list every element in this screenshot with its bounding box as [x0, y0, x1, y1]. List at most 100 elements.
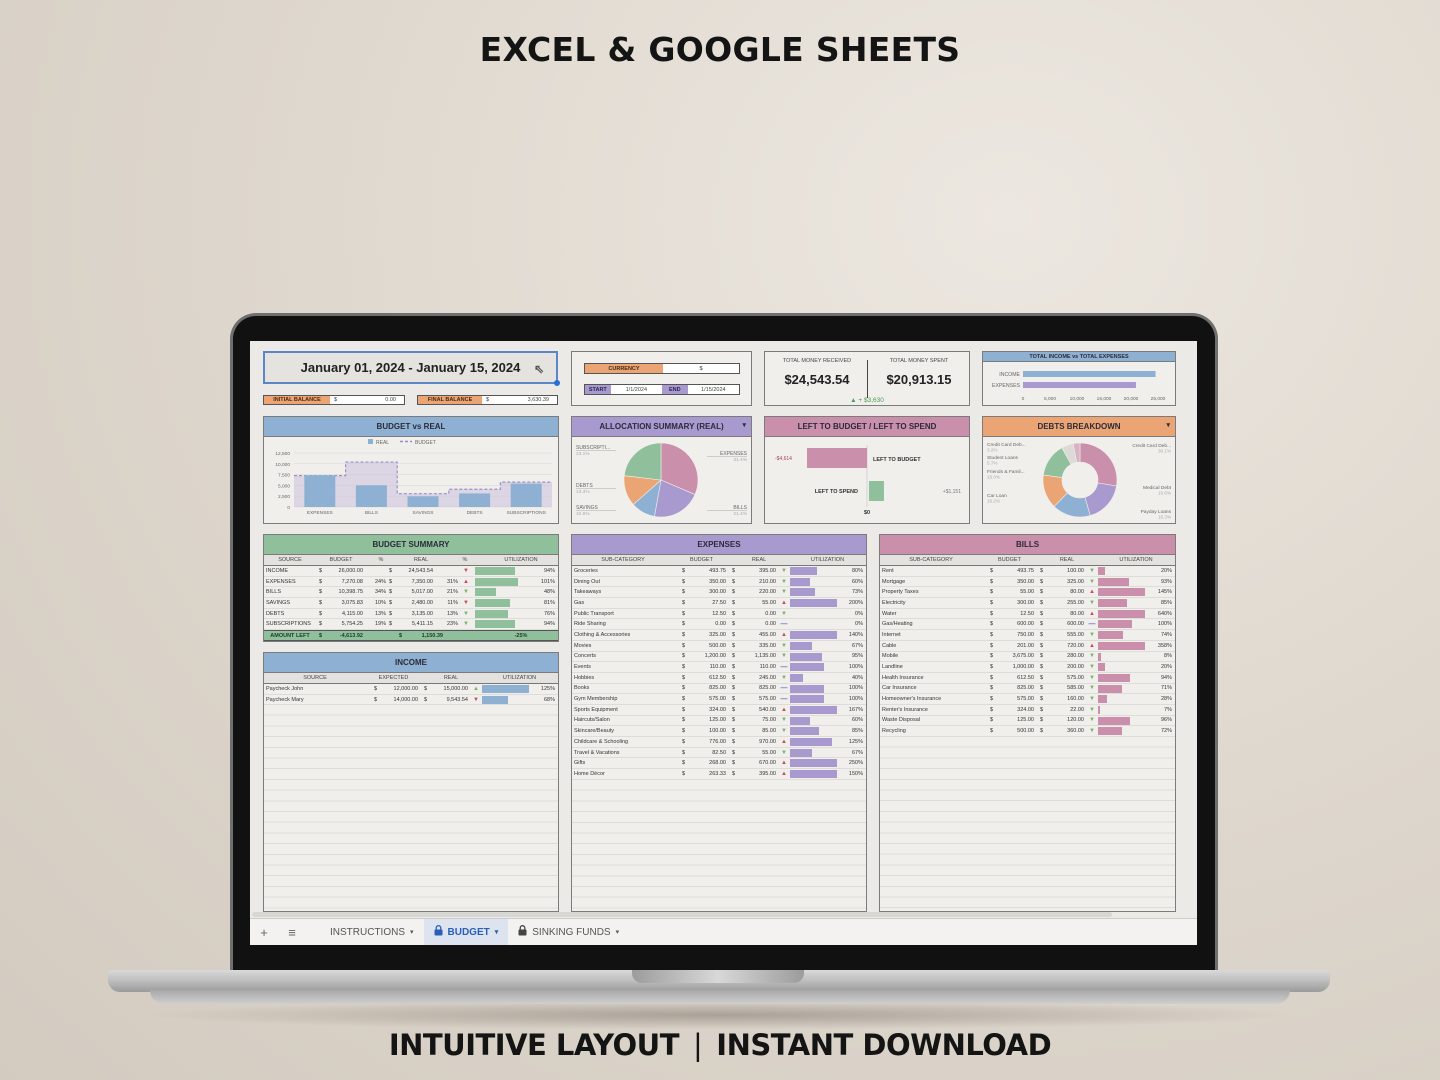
debts-breakdown-chart[interactable]: DEBTS BREAKDOWN ▾ Credit Card Deb... 30.1…	[982, 416, 1176, 524]
table-row[interactable]: Dining Out $350.00 $210.00 ▼ 60%	[572, 577, 866, 588]
currency-sign: $	[682, 599, 686, 606]
chevron-down-icon[interactable]: ▾	[616, 928, 620, 936]
table-row[interactable]: Internet $750.00 $555.00 ▼ 74%	[880, 630, 1175, 641]
real-cell: 110.00	[759, 664, 776, 671]
table-row[interactable]: Recycling $500.00 $360.00 ▼ 72%	[880, 726, 1175, 737]
selection-handle[interactable]	[554, 380, 560, 386]
table-row[interactable]: Concerts $1,200.00 $1,135.00 ▼ 95%	[572, 652, 866, 663]
table-row[interactable]: Travel & Vacations $82.50 $55.00 ▼ 67%	[572, 748, 866, 759]
spent-block: TOTAL MONEY SPENT $20,913.15	[869, 358, 969, 387]
col-subcategory: SUB-CATEGORY	[601, 557, 645, 563]
chart-menu-icon[interactable]: ▾	[1166, 421, 1170, 429]
end-date-input[interactable]: 1/15/2024	[687, 385, 739, 394]
table-row[interactable]: Ride Sharing $0.00 $0.00 — 0%	[572, 619, 866, 631]
table-row[interactable]: Mortgage $350.00 $325.00 ▼ 93%	[880, 577, 1175, 588]
currency-sign: $	[732, 770, 736, 777]
table-row[interactable]: Books $825.00 $825.00 — 100%	[572, 684, 866, 695]
trend-cell: ▼	[779, 566, 789, 576]
table-row[interactable]: Property Taxes $55.00 $80.00 ▲ 145%	[880, 587, 1175, 599]
table-row[interactable]: Gifts $268.00 $670.00 ▲ 250%	[572, 758, 866, 770]
table-row[interactable]: Childcare & Schooling $776.00 $970.00 ▲ 125%	[572, 737, 866, 748]
table-row[interactable]: Rent $493.75 $100.00 ▼ 20%	[880, 566, 1175, 577]
table-row[interactable]: Gas $27.50 $55.00 ▲ 200%	[572, 598, 866, 609]
budget-cell: 12.50	[1020, 610, 1034, 617]
x-tick-label: BILLS	[365, 510, 378, 516]
date-range-cell[interactable]: January 01, 2024 - January 15, 2024 ⇖	[263, 351, 560, 386]
budget-cell: 201.00	[1017, 642, 1034, 649]
real-cell: 80.00	[1070, 589, 1084, 596]
name-cell: Paycheck Mary	[266, 696, 304, 703]
currency-sign: $	[682, 738, 686, 745]
table-row[interactable]: Health Insurance $612.50 $575.00 ▼ 94%	[880, 673, 1175, 684]
slice-pct: 16.2%	[987, 499, 1000, 504]
x-tick-label: EXPENSES	[307, 510, 333, 516]
utilization-bar	[1098, 716, 1131, 725]
table-row[interactable]: Cable $201.00 $720.00 ▲ 358%	[880, 641, 1175, 652]
currency-sign: $	[990, 653, 994, 660]
table-row[interactable]: SAVINGS $3,075.83 10% $2,480.00 11% ▼ 81%	[264, 598, 558, 609]
final-balance-value: 3,630.39	[496, 396, 557, 404]
table-row[interactable]: Sports Equipment $324.00 $540.00 ▲ 167%	[572, 705, 866, 716]
table-row[interactable]: Landline $1,000.00 $200.00 ▼ 20%	[880, 662, 1175, 673]
real-cell: 970.00	[759, 738, 776, 745]
empty-grid	[572, 779, 866, 920]
tab-sinking-funds[interactable]: SINKING FUNDS ▾	[508, 919, 629, 946]
start-label: START	[585, 385, 611, 394]
table-row[interactable]: Groceries $493.75 $395.00 ▼ 80%	[572, 566, 866, 577]
currency-sign: $	[682, 685, 686, 692]
table-row[interactable]: Paycheck Mary $14,000.00 $9,543.54 ▼ 68%	[264, 695, 558, 706]
currency-select[interactable]: $	[663, 364, 739, 373]
table-row[interactable]: Clothing & Accessories $325.00 $455.00 ▲ 140…	[572, 630, 866, 641]
utilization-pct-cell: 48%	[543, 589, 555, 596]
tab-instructions[interactable]: INSTRUCTIONS ▾	[320, 919, 424, 946]
table-row[interactable]: Homeowner's Insurance $575.00 $160.00 ▼ 28%	[880, 694, 1175, 705]
table-row[interactable]: Events $110.00 $110.00 — 100%	[572, 662, 866, 673]
table-row[interactable]: Takeaways $300.00 $220.00 ▼ 73%	[572, 587, 866, 599]
currency-sign: $	[732, 567, 736, 574]
left-to-budget-chart[interactable]: LEFT TO BUDGET / LEFT TO SPEND -$4,614 LE…	[764, 416, 970, 524]
table-row[interactable]: Gym Membership $575.00 $575.00 — 100%	[572, 694, 866, 705]
all-sheets-menu-icon[interactable]: ≡	[278, 925, 306, 940]
table-row[interactable]: Car Insurance $825.00 $585.00 ▼ 71%	[880, 684, 1175, 695]
utilization-pct-cell: 76%	[543, 610, 555, 617]
budget-vs-real-chart[interactable]: BUDGET vs REAL REAL BUDGET 0 2,500 5,000 7,50…	[263, 416, 559, 524]
income-vs-expenses-chart[interactable]: TOTAL INCOME vs TOTAL EXPENSES INCOME EXP…	[982, 351, 1176, 406]
table-row[interactable]: INCOME $26,000.00 $24,543.54 ▼ 94%	[264, 566, 558, 577]
slice-pct: 31.4%	[733, 457, 747, 463]
table-row[interactable]: Public Transport $12.50 $0.00 ▼ 0%	[572, 609, 866, 620]
start-date-input[interactable]: 1/1/2024	[610, 385, 662, 394]
table-row[interactable]: Water $12.50 $80.00 ▲ 640%	[880, 609, 1175, 620]
allocation-summary-chart[interactable]: ALLOCATION SUMMARY (REAL) ▾ EXPENSES 31.4…	[571, 416, 752, 524]
table-row[interactable]: Skincare/Beauty $100.00 $85.00 ▼ 85%	[572, 726, 866, 737]
table-title: BUDGET SUMMARY	[264, 535, 558, 555]
table-row[interactable]: Haircuts/Salon $125.00 $75.00 ▼ 60%	[572, 716, 866, 727]
table-row[interactable]: BILLS $10,398.75 34% $5,017.00 21% ▼ 48%	[264, 587, 558, 599]
table-row[interactable]: Gas/Heating $600.00 $600.00 — 100%	[880, 619, 1175, 631]
tab-budget[interactable]: BUDGET ▾	[423, 918, 509, 945]
utilization-bar-cell	[1097, 726, 1147, 736]
table-row[interactable]: Home Décor $263.33 $395.00 ▲ 150%	[572, 769, 866, 780]
table-row[interactable]: Waste Disposal $125.00 $120.00 ▼ 96%	[880, 716, 1175, 727]
net-difference: ▲ + $3,630	[850, 397, 884, 404]
table-row[interactable]: Electricity $300.00 $255.00 ▼ 85%	[880, 598, 1175, 609]
table-row[interactable]: Hobbies $612.50 $245.00 ▼ 40%	[572, 673, 866, 684]
chevron-down-icon[interactable]: ▾	[495, 928, 499, 936]
horizontal-scrollbar[interactable]	[252, 912, 1112, 917]
empty-grid	[264, 705, 558, 916]
chart-menu-icon[interactable]: ▾	[742, 421, 746, 429]
chart-title: TOTAL INCOME vs TOTAL EXPENSES	[983, 352, 1175, 362]
table-row[interactable]: Movies $500.00 $335.00 ▼ 67%	[572, 641, 866, 652]
budget-cell: 500.00	[709, 642, 726, 649]
initial-balance-value[interactable]: 0.00	[344, 396, 404, 404]
table-row[interactable]: EXPENSES $7,270.08 24% $7,350.00 31% ▲ 101%	[264, 577, 558, 588]
chevron-down-icon[interactable]: ▾	[410, 928, 414, 936]
table-row[interactable]: Mobile $3,675.00 $280.00 ▼ 8%	[880, 652, 1175, 663]
y-tick-label: 7,500	[278, 473, 290, 479]
add-sheet-icon[interactable]: +	[250, 925, 278, 940]
currency-sign: $	[682, 674, 686, 681]
bills-table: BILLS SUB-CATEGORY BUDGET REAL UTILIZATI…	[879, 534, 1176, 917]
table-row[interactable]: SUBSCRIPTIONS $5,754.25 19% $5,411.15 23% ▼ 94…	[264, 619, 558, 631]
table-row[interactable]: DEBTS $4,115.00 13% $3,135.00 13% ▼ 76%	[264, 609, 558, 620]
table-row[interactable]: Renter's Insurance $324.00 $22.00 ▼ 7%	[880, 705, 1175, 716]
table-row[interactable]: Paycheck John $12,000.00 $15,000.00 ▲ 125%	[264, 684, 558, 695]
